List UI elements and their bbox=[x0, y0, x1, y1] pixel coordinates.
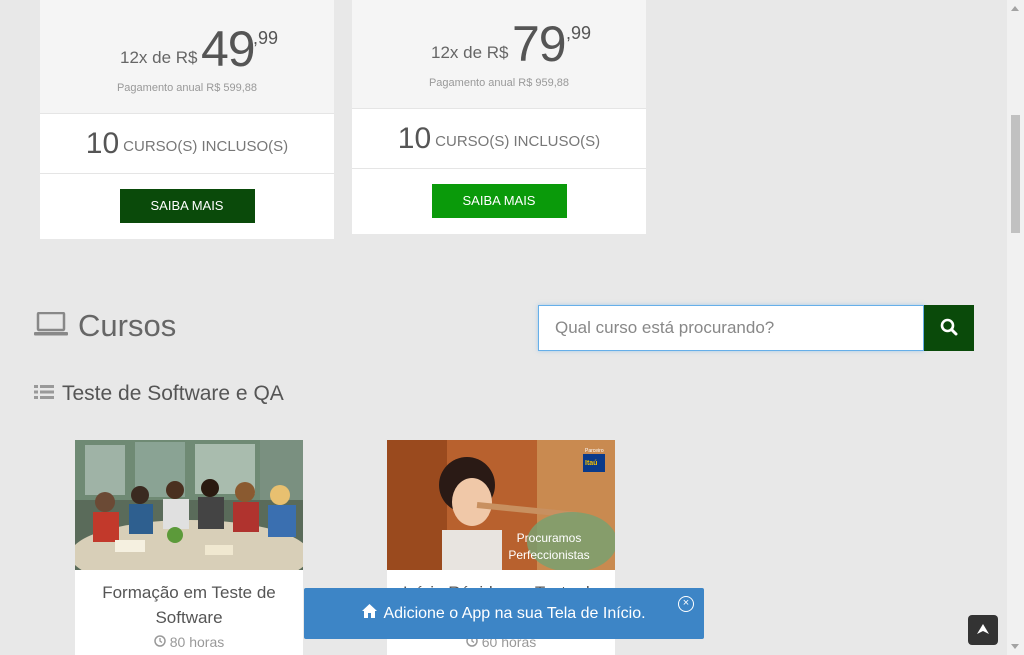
course-image: Procuramos Perfeccionistas Parceiro Itaú bbox=[387, 440, 615, 570]
plan-price-box: 12x de R$ 79 ,99 Pagamento anual R$ 959,… bbox=[352, 0, 646, 108]
section-title-text: Cursos bbox=[78, 308, 177, 343]
plan-price: 49 bbox=[201, 21, 256, 77]
plan-cents: ,99 bbox=[566, 23, 592, 43]
saiba-mais-button[interactable]: SAIBA MAIS bbox=[431, 183, 567, 218]
clock-icon bbox=[154, 634, 166, 650]
plan-courses-included: 10 CURSO(S) INCLUSO(S) bbox=[352, 108, 646, 169]
add-to-home-toast[interactable]: Adicione o App na sua Tela de Início. × bbox=[304, 588, 704, 639]
course-title: Formação em Teste de Software bbox=[102, 583, 276, 627]
image-caption: Procuramos Perfeccionistas bbox=[508, 531, 590, 562]
courses-label: CURSO(S) INCLUSO(S) bbox=[123, 138, 289, 155]
courses-count: 10 bbox=[397, 121, 432, 155]
laptop-icon bbox=[34, 311, 68, 341]
category-heading: Teste de Software e QA bbox=[34, 382, 284, 406]
saiba-mais-button[interactable]: SAIBA MAIS bbox=[119, 188, 255, 223]
partner-badge: Itaú bbox=[585, 460, 598, 467]
plan-price: 79 bbox=[512, 16, 567, 72]
search-button[interactable] bbox=[924, 305, 974, 351]
plan-installments: 12x de R$ bbox=[431, 43, 509, 62]
course-search bbox=[538, 305, 974, 351]
course-image bbox=[75, 440, 303, 570]
course-hours-text: 80 horas bbox=[169, 634, 225, 650]
section-title: Cursos bbox=[34, 308, 176, 344]
search-input[interactable] bbox=[538, 305, 924, 351]
courses-label: CURSO(S) INCLUSO(S) bbox=[435, 133, 601, 150]
plan-cents: ,99 bbox=[253, 28, 279, 48]
scroll-up-icon[interactable] bbox=[1011, 6, 1019, 11]
back-to-top-button[interactable] bbox=[968, 615, 998, 645]
close-icon[interactable]: × bbox=[678, 596, 694, 612]
scroll-down-icon[interactable] bbox=[1011, 644, 1019, 649]
scrollbar-thumb[interactable] bbox=[1011, 115, 1020, 233]
list-icon bbox=[34, 384, 54, 405]
plan-card-2: 12x de R$ 79 ,99 Pagamento anual R$ 959,… bbox=[352, 0, 646, 234]
plan-annual-price: Pagamento anual R$ 959,88 bbox=[428, 77, 570, 89]
home-icon bbox=[362, 604, 378, 623]
plan-installments: 12x de R$ bbox=[120, 48, 198, 67]
page-scrollbar[interactable] bbox=[1007, 0, 1024, 655]
course-hours: 80 horas bbox=[75, 634, 303, 650]
course-card[interactable]: Formação em Teste de Software 80 horas bbox=[75, 440, 303, 655]
courses-count: 10 bbox=[85, 126, 120, 160]
plan-card-1: 12x de R$ 49 ,99 Pagamento anual R$ 599,… bbox=[40, 0, 334, 239]
plan-price-box: 12x de R$ 49 ,99 Pagamento anual R$ 599,… bbox=[40, 0, 334, 113]
arrow-up-icon bbox=[977, 621, 989, 639]
category-title: Teste de Software e QA bbox=[62, 382, 284, 405]
search-icon bbox=[940, 318, 958, 339]
partner-badge-label: Parceiro bbox=[585, 448, 604, 454]
toast-text: Adicione o App na sua Tela de Início. bbox=[383, 604, 646, 622]
plan-annual-price: Pagamento anual R$ 599,88 bbox=[116, 82, 258, 94]
plan-courses-included: 10 CURSO(S) INCLUSO(S) bbox=[40, 113, 334, 174]
